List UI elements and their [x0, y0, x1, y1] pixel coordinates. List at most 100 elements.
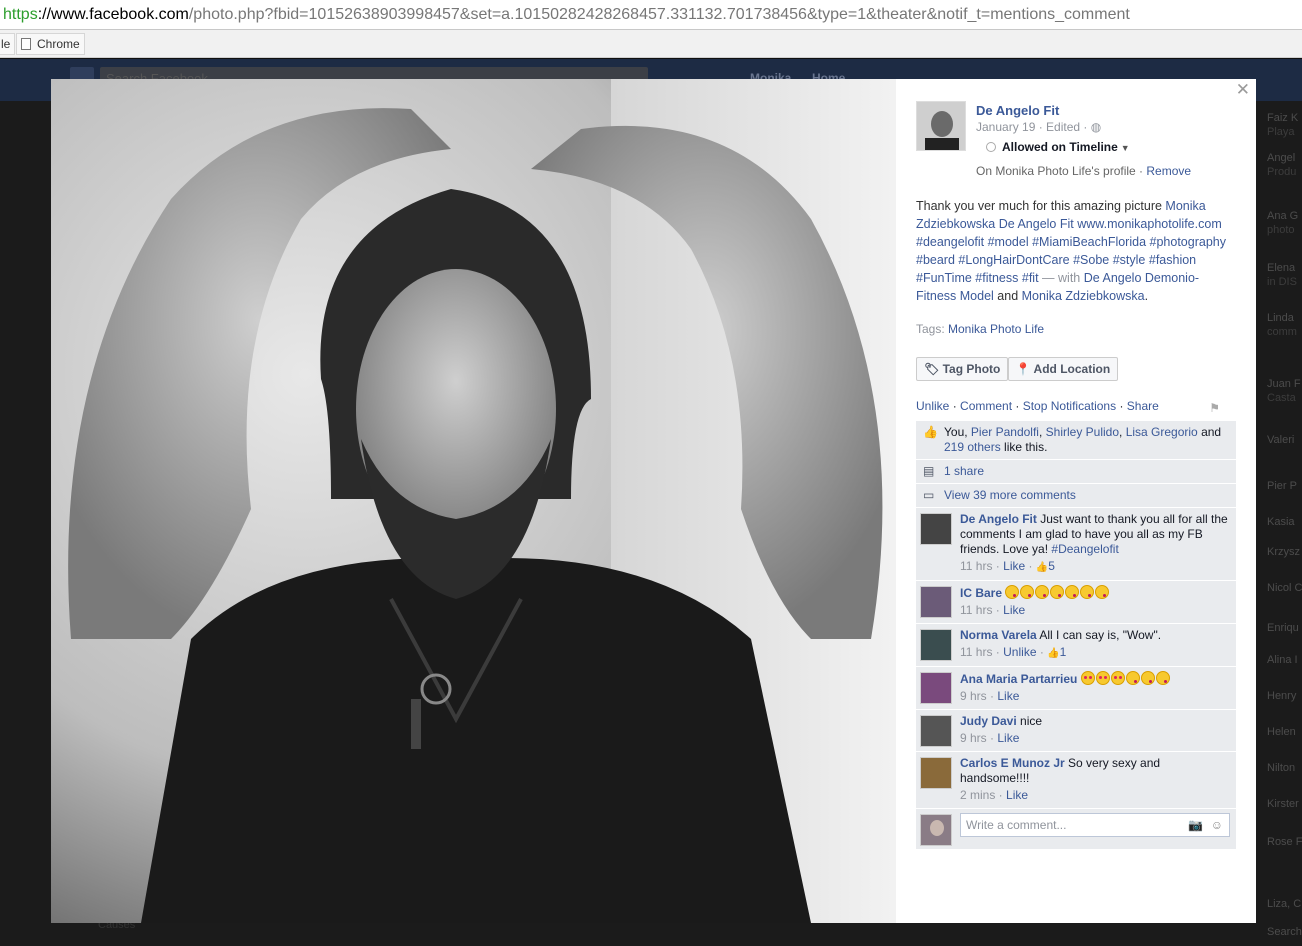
comment-time[interactable]: 11 hrs: [960, 645, 992, 659]
liker-link[interactable]: Lisa Gregorio: [1126, 425, 1198, 439]
timeline-status-dropdown[interactable]: Allowed on Timeline ▼: [986, 140, 1130, 154]
hashtag-link[interactable]: #fashion: [1149, 253, 1196, 267]
thumbs-up-icon: 👍: [1047, 648, 1060, 659]
comment-likes-count[interactable]: 👍5: [1036, 559, 1055, 573]
others-link[interactable]: 219 others: [944, 440, 1001, 454]
commenter-avatar[interactable]: [920, 513, 952, 545]
comment-text: nice: [1020, 714, 1043, 728]
hashtag-link[interactable]: #style: [1113, 253, 1146, 267]
website-link[interactable]: www.monikaphotolife.com: [1077, 217, 1222, 231]
hashtag-link[interactable]: #fitness: [975, 271, 1018, 285]
chat-contact[interactable]: Kirster: [1267, 797, 1299, 811]
mention-link[interactable]: De Angelo Fit: [999, 217, 1074, 231]
bookmarks-bar: le Chrome: [0, 30, 1302, 58]
bookmark-item[interactable]: le: [0, 33, 16, 55]
commenter-name-link[interactable]: De Angelo Fit: [960, 512, 1037, 526]
comment-body: Judy Davi nice 9 hrs · Like: [960, 714, 1230, 746]
chat-contact[interactable]: Enriqu: [1267, 621, 1299, 635]
chat-contact[interactable]: Helen: [1267, 725, 1296, 739]
chat-contact[interactable]: Krzysz: [1267, 545, 1300, 559]
commenter-name-link[interactable]: Judy Davi: [960, 714, 1017, 728]
remove-link[interactable]: Remove: [1146, 164, 1191, 178]
tag-photo-button[interactable]: 🏷 Tag Photo: [916, 357, 1009, 381]
view-more-comments-link[interactable]: View 39 more comments: [944, 488, 1076, 502]
add-location-button[interactable]: 📍 Add Location: [1007, 357, 1119, 381]
chat-contact[interactable]: Alina I: [1267, 653, 1298, 667]
commenter-avatar[interactable]: [920, 672, 952, 704]
comment-like-link[interactable]: Like: [1003, 603, 1025, 617]
comment-time[interactable]: 9 hrs: [960, 689, 987, 703]
comment-likes-count[interactable]: 👍1: [1047, 645, 1066, 659]
commenter-name-link[interactable]: Carlos E Munoz Jr: [960, 756, 1065, 770]
chat-contact[interactable]: Search: [1267, 925, 1302, 939]
hashtag-link[interactable]: #FunTime: [916, 271, 972, 285]
comment-time[interactable]: 2 mins: [960, 788, 995, 802]
comment-body: Carlos E Munoz Jr So very sexy and hands…: [960, 756, 1230, 803]
commenter-name-link[interactable]: Ana Maria Partarrieu: [960, 672, 1077, 686]
post-date[interactable]: January 19: [976, 120, 1035, 134]
author-avatar[interactable]: [916, 101, 966, 151]
address-bar[interactable]: https://www.facebook.com/photo.php?fbid=…: [0, 0, 1302, 30]
chat-contact[interactable]: Linda comm: [1267, 311, 1297, 339]
comment-time[interactable]: 11 hrs: [960, 603, 992, 617]
chat-contact[interactable]: Henry: [1267, 689, 1296, 703]
liker-link[interactable]: Pier Pandolfi: [971, 425, 1039, 439]
tag-link[interactable]: Monika Photo Life: [948, 322, 1044, 336]
hashtag-link[interactable]: #deangelofit: [916, 235, 984, 249]
chat-contact[interactable]: Juan F Casta: [1267, 377, 1301, 405]
comment-time[interactable]: 11 hrs: [960, 559, 992, 573]
chevron-down-icon: ▼: [1120, 143, 1130, 153]
chat-contact[interactable]: Valeri: [1267, 433, 1294, 447]
chat-contact[interactable]: Ana Gphoto: [1267, 209, 1298, 237]
kiss-emoji-icon: [1080, 585, 1095, 599]
hashtag-link[interactable]: #model: [988, 235, 1029, 249]
hashtag-link[interactable]: #Deangelofit: [1051, 542, 1118, 556]
hashtag-link[interactable]: #MiamiBeachFlorida: [1032, 235, 1146, 249]
hashtag-link[interactable]: #photography: [1150, 235, 1226, 249]
write-comment-input[interactable]: Write a comment... 📷 ☺: [960, 813, 1230, 837]
unlike-link[interactable]: Unlike: [916, 399, 949, 413]
comment-like-link[interactable]: Unlike: [1003, 645, 1036, 659]
edited-label[interactable]: Edited: [1046, 120, 1080, 134]
with-link[interactable]: Monika Zdziebkowska: [1022, 289, 1145, 303]
bookmark-chrome[interactable]: Chrome: [16, 33, 85, 55]
chat-contact[interactable]: Nicol C: [1267, 581, 1302, 595]
comment-link[interactable]: Comment: [960, 399, 1012, 413]
commenter-name-link[interactable]: IC Bare: [960, 586, 1002, 600]
camera-icon[interactable]: 📷: [1188, 814, 1203, 836]
hashtag-link[interactable]: #LongHairDontCare: [958, 253, 1069, 267]
stop-notifications-link[interactable]: Stop Notifications: [1023, 399, 1116, 413]
heart-emoji-icon: [1095, 671, 1110, 685]
emoji-icon[interactable]: ☺: [1211, 814, 1223, 836]
chat-contact[interactable]: Kasia: [1267, 515, 1295, 529]
commenter-avatar[interactable]: [920, 586, 952, 618]
comment-like-link[interactable]: Like: [1003, 559, 1025, 573]
commenter-name-link[interactable]: Norma Varela: [960, 628, 1037, 642]
comment-text: All I can say is, "Wow".: [1039, 628, 1162, 642]
comment-like-link[interactable]: Like: [997, 689, 1019, 703]
comment-time[interactable]: 9 hrs: [960, 731, 987, 745]
flag-icon[interactable]: ⚑: [1209, 401, 1220, 415]
comment-like-link[interactable]: Like: [997, 731, 1019, 745]
share-link[interactable]: Share: [1127, 399, 1159, 413]
comment-meta: 2 mins · Like: [960, 788, 1029, 802]
commenter-avatar[interactable]: [920, 715, 952, 747]
hashtag-link[interactable]: #Sobe: [1073, 253, 1109, 267]
chat-contact[interactable]: Pier P: [1267, 479, 1297, 493]
hashtag-link[interactable]: #fit: [1022, 271, 1039, 285]
chat-contact[interactable]: Liza, C: [1267, 897, 1301, 911]
chat-contact[interactable]: Elena in DIS: [1267, 261, 1297, 289]
chat-contact[interactable]: Nilton: [1267, 761, 1295, 775]
liker-link[interactable]: Shirley Pulido: [1046, 425, 1119, 439]
main-photo[interactable]: [51, 79, 896, 923]
shares-link[interactable]: 1 share: [944, 464, 984, 478]
commenter-avatar[interactable]: [920, 757, 952, 789]
chat-contact[interactable]: Rose F: [1267, 835, 1302, 849]
chat-contact[interactable]: Faiz K Playa: [1267, 111, 1298, 139]
comment-like-link[interactable]: Like: [1006, 788, 1028, 802]
kiss-emoji-icon: [1020, 585, 1035, 599]
commenter-avatar[interactable]: [920, 629, 952, 661]
hashtag-link[interactable]: #beard: [916, 253, 955, 267]
chat-contact[interactable]: Angel Produ: [1267, 151, 1296, 179]
author-name-link[interactable]: De Angelo Fit: [976, 103, 1059, 118]
